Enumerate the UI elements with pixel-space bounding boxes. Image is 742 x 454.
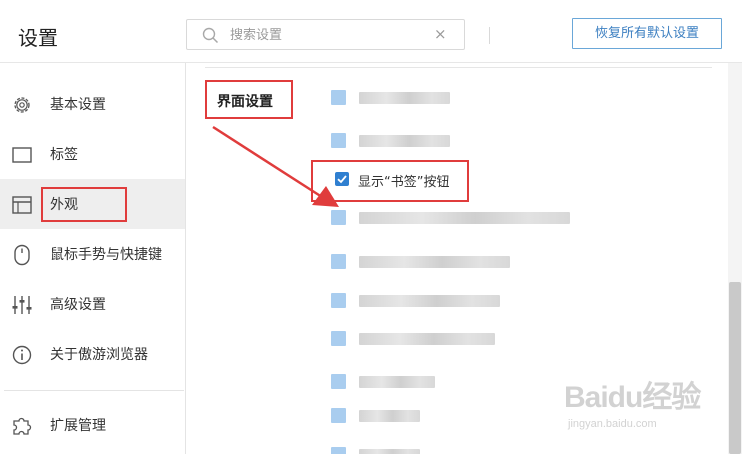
gear-icon <box>14 97 30 113</box>
sidebar-item-label: 关于傲游浏览器 <box>50 347 148 363</box>
puzzle-icon <box>13 417 32 435</box>
blurred-checkbox <box>331 210 346 225</box>
show-bookmark-button-label: 显示“书签”按钮 <box>358 175 450 190</box>
content-divider <box>205 67 712 68</box>
checkmark-icon <box>337 175 347 184</box>
sidebar-item-advanced-settings[interactable]: 高级设置 <box>0 279 185 329</box>
watermark-logo: Baidu经验 <box>564 381 701 414</box>
watermark-url: jingyan.baidu.com <box>568 418 657 430</box>
blurred-checkbox <box>331 254 346 269</box>
search-input[interactable] <box>230 25 420 45</box>
section-title: 界面设置 <box>217 94 273 110</box>
blurred-label <box>359 376 435 388</box>
window-icon <box>12 196 32 214</box>
search-icon <box>202 27 219 44</box>
sidebar-item-extensions[interactable]: 扩展管理 <box>0 400 185 450</box>
sidebar-item-label: 鼠标手势与快捷键 <box>50 247 162 263</box>
sidebar-item-tabs[interactable]: 标签 <box>0 129 185 179</box>
sidebar-item-basic-settings[interactable]: 基本设置 <box>0 79 185 129</box>
mouse-icon <box>14 244 30 266</box>
blurred-label <box>359 92 450 104</box>
clear-search-icon[interactable]: × <box>434 25 447 43</box>
sidebar-item-label: 标签 <box>50 147 78 163</box>
sidebar-item-label: 扩展管理 <box>50 418 106 434</box>
blurred-label <box>359 295 500 307</box>
sidebar-item-appearance[interactable]: 外观 <box>0 179 185 229</box>
blurred-label <box>359 333 495 345</box>
sliders-icon <box>12 296 32 314</box>
blurred-checkbox <box>331 331 346 346</box>
sidebar-item-label: 高级设置 <box>50 297 106 313</box>
sidebar-divider <box>4 390 184 391</box>
page-title: 设置 <box>18 26 58 50</box>
blurred-label <box>359 410 420 422</box>
restore-defaults-button[interactable]: 恢复所有默认设置 <box>572 18 722 49</box>
watermark: Baidu经验 jingyan.baidu.com <box>564 372 714 442</box>
sidebar-item-mouse-gestures[interactable]: 鼠标手势与快捷键 <box>0 229 185 279</box>
blurred-checkbox <box>331 133 346 148</box>
blurred-checkbox <box>331 447 346 454</box>
sidebar-item-label: 外观 <box>50 197 78 213</box>
blurred-label <box>359 256 510 268</box>
sidebar-item-label: 基本设置 <box>50 97 106 113</box>
show-bookmark-button-checkbox[interactable] <box>335 172 349 186</box>
blurred-checkbox <box>331 293 346 308</box>
blurred-checkbox <box>331 408 346 423</box>
sidebar: 基本设置 标签 外观 鼠标手势与快捷键 高级设置 关于傲游浏览器 扩展管理 <box>0 63 186 454</box>
blurred-label <box>359 212 570 224</box>
blurred-label <box>359 135 450 147</box>
scrollbar-thumb[interactable] <box>729 282 741 454</box>
info-icon <box>12 345 32 365</box>
sidebar-item-about[interactable]: 关于傲游浏览器 <box>0 329 185 379</box>
header-divider <box>489 27 490 44</box>
blurred-label <box>359 449 420 454</box>
tab-icon <box>12 147 32 163</box>
search-box[interactable]: × <box>186 19 465 50</box>
blurred-checkbox <box>331 90 346 105</box>
blurred-checkbox <box>331 374 346 389</box>
